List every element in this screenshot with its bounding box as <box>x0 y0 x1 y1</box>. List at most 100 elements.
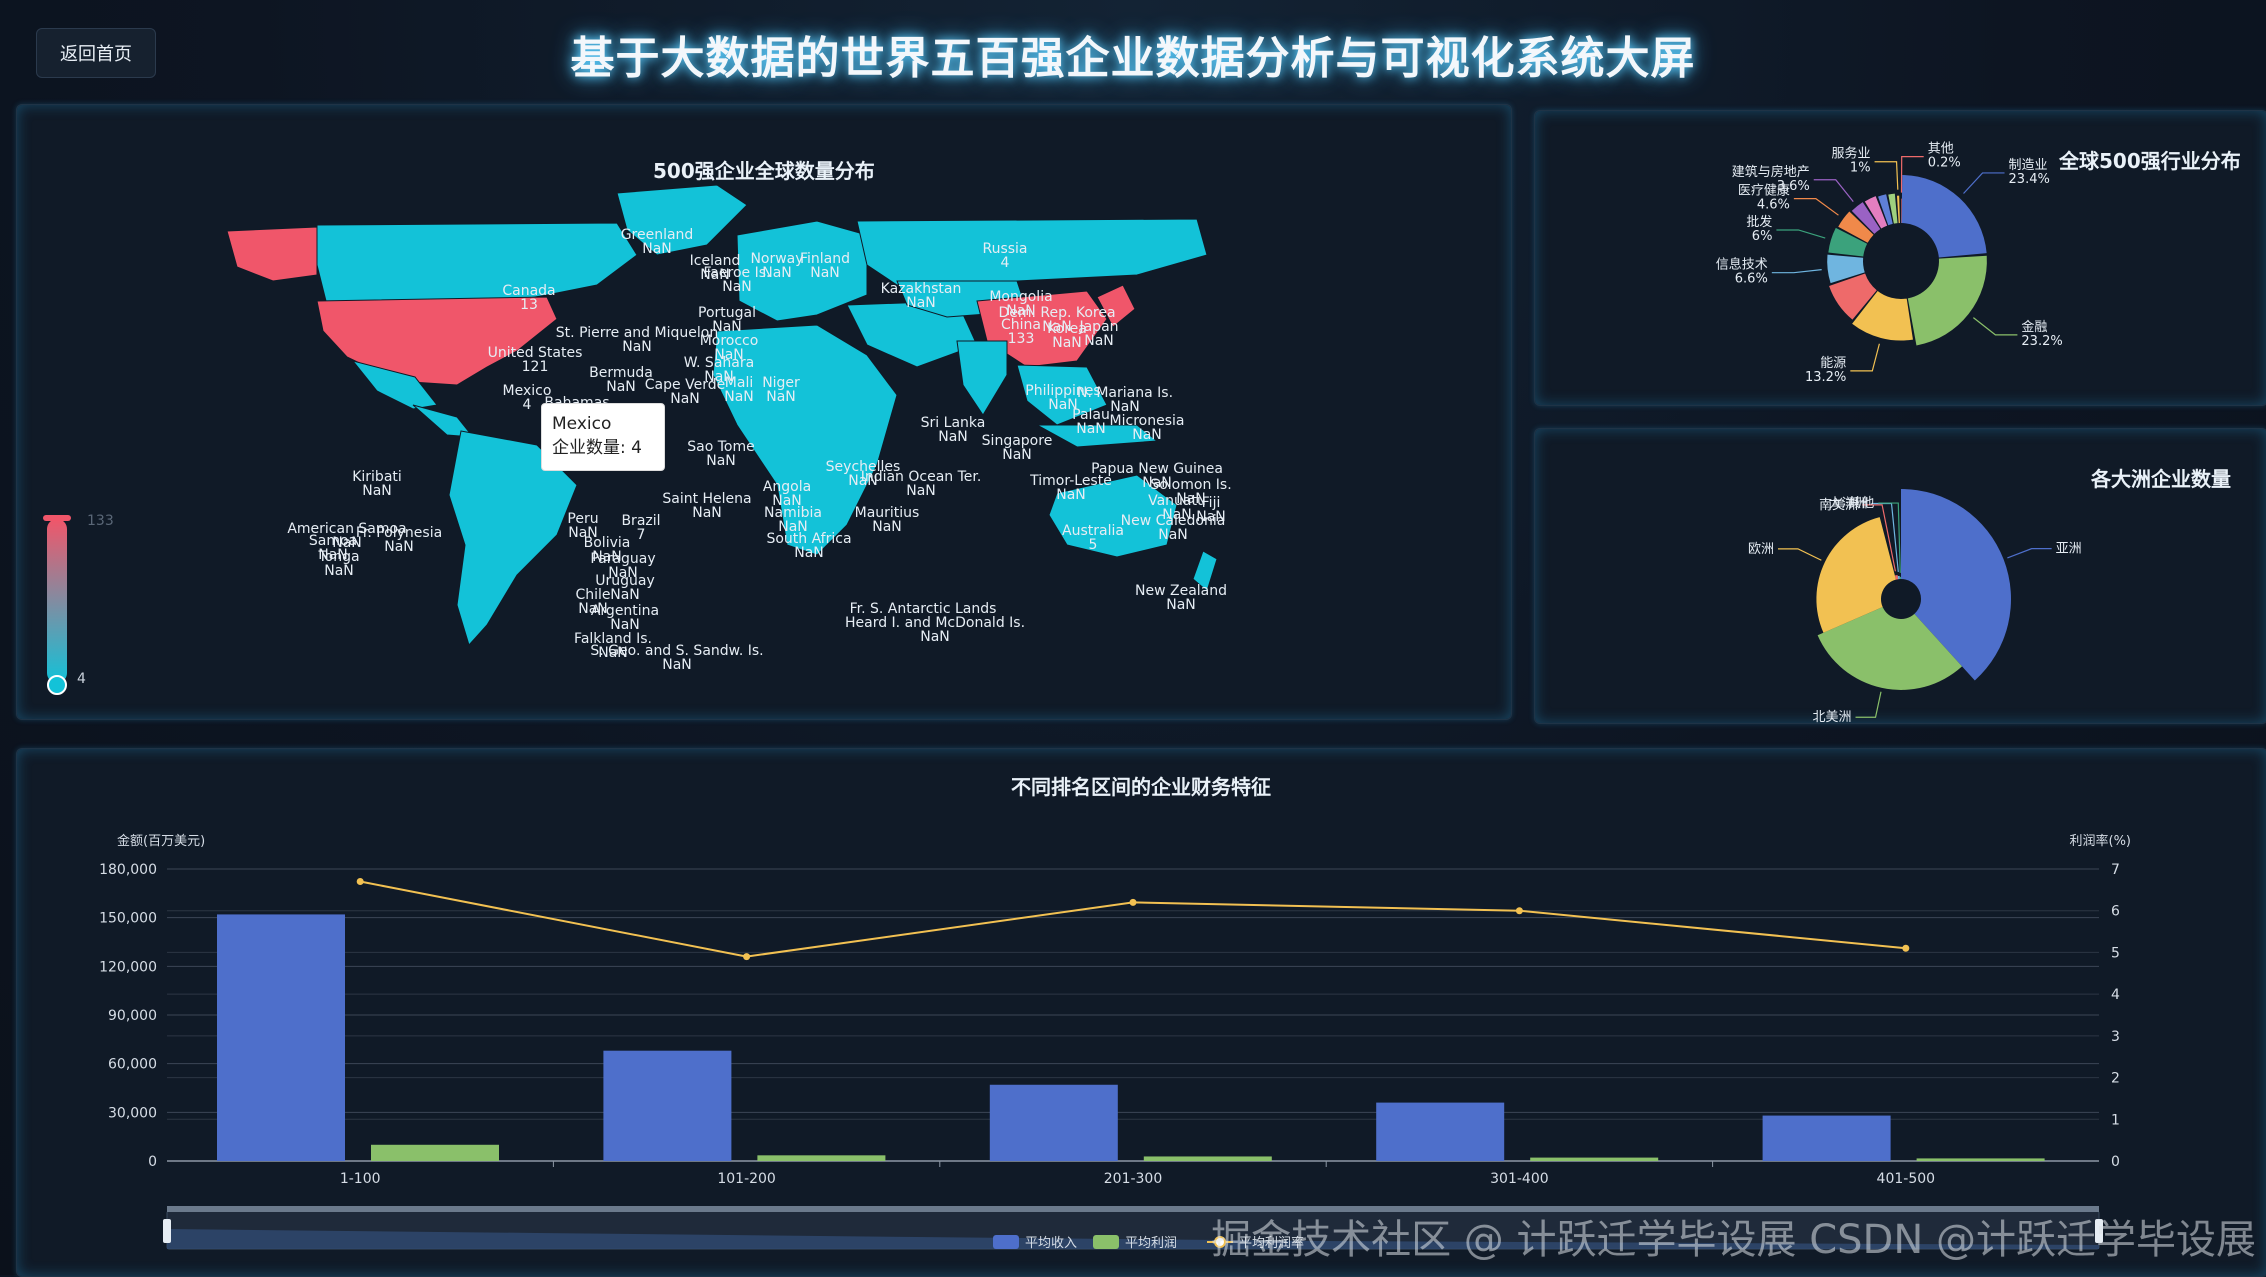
map-country-value: NaN <box>906 483 936 499</box>
bar-profit[interactable] <box>1916 1158 2045 1161</box>
bar-revenue[interactable] <box>989 1084 1118 1161</box>
industry-slice[interactable] <box>1907 255 1987 346</box>
map-country-value: 121 <box>522 359 549 375</box>
x-tick-label: 1-100 <box>340 1171 381 1187</box>
x-tick-label: 401-500 <box>1877 1171 1936 1187</box>
map-country-value: NaN <box>722 279 752 295</box>
industry-slice-name: 服务业 <box>1832 146 1871 162</box>
country-india[interactable] <box>956 340 1008 416</box>
legend-swatch[interactable] <box>1093 1235 1119 1249</box>
map-country-value: NaN <box>622 339 652 355</box>
industry-leader-line <box>1874 161 1899 190</box>
map-country-value: 5 <box>1089 537 1098 553</box>
country-alaska[interactable] <box>226 226 318 282</box>
bar-profit[interactable] <box>371 1144 499 1161</box>
continent-slice-name: 北美洲 <box>1813 710 1852 723</box>
industry-slice-name: 能源 <box>1820 356 1846 371</box>
x-tick-label: 201-300 <box>1104 1171 1163 1187</box>
data-zoom-left-handle[interactable] <box>163 1219 171 1243</box>
bar-revenue[interactable] <box>217 914 345 1161</box>
industry-leader-line <box>1771 269 1822 274</box>
map-country-value: 7 <box>637 527 646 543</box>
map-country-value: NaN <box>1052 335 1082 351</box>
world-map[interactable]: GreenlandNaNCanada13St. Pierre and Mique… <box>17 105 1511 719</box>
line-margin <box>360 880 1906 958</box>
continent-slice-name: 其他 <box>1848 496 1874 511</box>
map-country-value: NaN <box>906 295 936 311</box>
industry-slice-name: 建筑与房地产 <box>1732 164 1810 180</box>
industry-slice[interactable] <box>1901 175 1987 258</box>
industry-slice[interactable] <box>1896 195 1900 224</box>
bar-profit[interactable] <box>1530 1157 1659 1161</box>
y2-tick-label: 2 <box>2111 1071 2120 1087</box>
continent-leader-line <box>1855 691 1882 718</box>
y-tick-label: 30,000 <box>108 1105 157 1121</box>
industry-donut-chart[interactable]: 制造业23.4%金融23.2%能源13.2%信息技术6.6%批发6%医疗健康4.… <box>1535 111 2266 405</box>
map-country-value: NaN <box>1002 447 1032 463</box>
bar-revenue[interactable] <box>1762 1115 1891 1161</box>
visual-map-top-handle[interactable] <box>43 515 71 521</box>
y-axis-title: 金额(百万美元) <box>117 833 205 849</box>
y-tick-label: 120,000 <box>99 959 157 975</box>
bar-profit[interactable] <box>757 1155 886 1161</box>
finance-bar-line-chart[interactable]: 金额(百万美元) 利润率(%) 0 30,000 60,000 90,000 120,000… <box>17 749 2266 1276</box>
y2-tick-label: 7 <box>2111 862 2120 878</box>
y-tick-label: 90,000 <box>108 1008 157 1024</box>
continent-slice-name: 亚洲 <box>2056 542 2082 557</box>
industry-leader-line <box>1793 198 1839 216</box>
industry-leader-line <box>1776 229 1826 239</box>
continent-slice[interactable] <box>1899 576 1901 580</box>
map-country-value: NaN <box>642 241 672 257</box>
x-tick-label: 101-200 <box>717 1171 776 1187</box>
visual-map-bar[interactable] <box>47 519 67 683</box>
tooltip-value: 企业数量: 4 <box>552 438 642 458</box>
line-point[interactable] <box>1129 898 1137 906</box>
country-greenland[interactable] <box>616 184 748 256</box>
map-country-value: NaN <box>670 391 700 407</box>
map-country-value: NaN <box>1132 427 1162 443</box>
map-country-value: 4 <box>523 397 532 413</box>
industry-leader-line <box>1963 172 2005 194</box>
map-country-value: NaN <box>1056 487 1086 503</box>
line-point[interactable] <box>356 878 364 886</box>
map-country-value: NaN <box>724 389 754 405</box>
bar-revenue[interactable] <box>1376 1102 1505 1161</box>
industry-slice-name: 其他 <box>1928 142 1954 157</box>
map-country-value: NaN <box>1166 597 1196 613</box>
y2-tick-label: 6 <box>2111 904 2120 920</box>
y-tick-label: 180,000 <box>99 862 157 878</box>
visual-map-bottom-handle[interactable] <box>47 675 67 695</box>
legend-label: 平均收入 <box>1025 1236 1077 1251</box>
bar-profit[interactable] <box>1143 1156 1272 1161</box>
visual-map-max-label: 133 <box>87 513 114 529</box>
y2-tick-label: 0 <box>2111 1154 2120 1170</box>
legend-label: 平均利润 <box>1125 1236 1177 1251</box>
y2-tick-label: 4 <box>2111 987 2120 1003</box>
continent-leader-line <box>2007 548 2052 559</box>
map-country-value: 4 <box>1001 255 1010 271</box>
map-country-value: NaN <box>920 629 950 645</box>
map-country-value: NaN <box>610 587 640 603</box>
line-point[interactable] <box>1515 907 1523 915</box>
y-tick-label: 0 <box>148 1154 157 1170</box>
map-country-value: NaN <box>810 265 840 281</box>
legend-swatch[interactable] <box>993 1235 1019 1249</box>
map-country-value: NaN <box>692 505 722 521</box>
y2-tick-label: 1 <box>2111 1112 2120 1128</box>
country-russia[interactable] <box>856 218 1208 286</box>
map-country-value: NaN <box>1158 527 1188 543</box>
map-country-value: NaN <box>1076 421 1106 437</box>
map-tooltip: Mexico 企业数量: 4 <box>541 403 665 471</box>
industry-slice-percent: 4.6% <box>1757 198 1790 213</box>
industry-slice-name: 金融 <box>2021 319 2047 335</box>
line-point[interactable] <box>743 953 751 961</box>
map-country-value: NaN <box>384 539 414 555</box>
country-canada[interactable] <box>316 222 638 306</box>
map-country-value: NaN <box>706 453 736 469</box>
line-point[interactable] <box>1902 944 1910 952</box>
bar-revenue[interactable] <box>603 1050 732 1161</box>
map-country-value: NaN <box>872 519 902 535</box>
continent-rose-chart[interactable]: 亚洲北美洲欧洲南美洲大洋洲其他 <box>1535 429 2266 723</box>
map-country-value: NaN <box>762 265 792 281</box>
continent-slice-name: 欧洲 <box>1748 542 1774 557</box>
